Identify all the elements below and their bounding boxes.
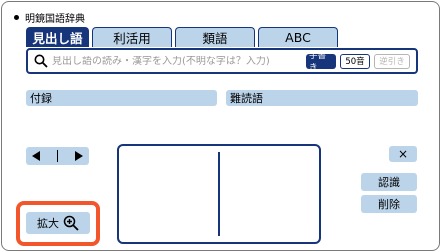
app-title: 明鏡国語辞典 xyxy=(25,14,85,25)
bullet-icon xyxy=(14,15,19,20)
recognize-button[interactable]: 認識 xyxy=(361,173,417,191)
search-input[interactable] xyxy=(52,55,306,67)
handwriting-canvas[interactable] xyxy=(117,144,321,244)
zoom-label: 拡大 xyxy=(37,217,59,230)
arrow-right-icon[interactable] xyxy=(75,151,83,161)
clear-button[interactable]: × xyxy=(389,146,417,162)
search-icon xyxy=(34,54,48,68)
delete-button[interactable]: 削除 xyxy=(361,195,417,213)
dictionary-panel: 明鏡国語辞典 見出し語 利活用 類語 ABC 手書き 50音 逆引き 付録 難読… xyxy=(1,1,440,251)
arrow-left-icon[interactable] xyxy=(32,151,40,161)
search-bar: 手書き 50音 逆引き xyxy=(26,48,418,74)
tab-midashigo[interactable]: 見出し語 xyxy=(26,27,89,47)
tab-bar: 見出し語 利活用 類語 ABC xyxy=(26,27,338,47)
tab-abc[interactable]: ABC xyxy=(258,27,338,47)
zoom-in-icon xyxy=(63,215,79,231)
app-header: 明鏡国語辞典 xyxy=(14,10,85,25)
pager-divider xyxy=(57,150,58,162)
reverse-lookup-button[interactable]: 逆引き xyxy=(374,53,410,69)
cursor-pager xyxy=(26,147,89,165)
tab-ruigo[interactable]: 類語 xyxy=(175,27,255,47)
gojuon-button[interactable]: 50音 xyxy=(340,53,370,69)
handwriting-button[interactable]: 手書き xyxy=(306,51,336,73)
appendix-button[interactable]: 付録 xyxy=(26,90,217,106)
tab-rikatsuyo[interactable]: 利活用 xyxy=(92,27,172,47)
handwriting-cursor xyxy=(218,152,220,236)
zoom-button[interactable]: 拡大 xyxy=(26,212,90,234)
difficult-words-button[interactable]: 難読語 xyxy=(226,90,418,106)
